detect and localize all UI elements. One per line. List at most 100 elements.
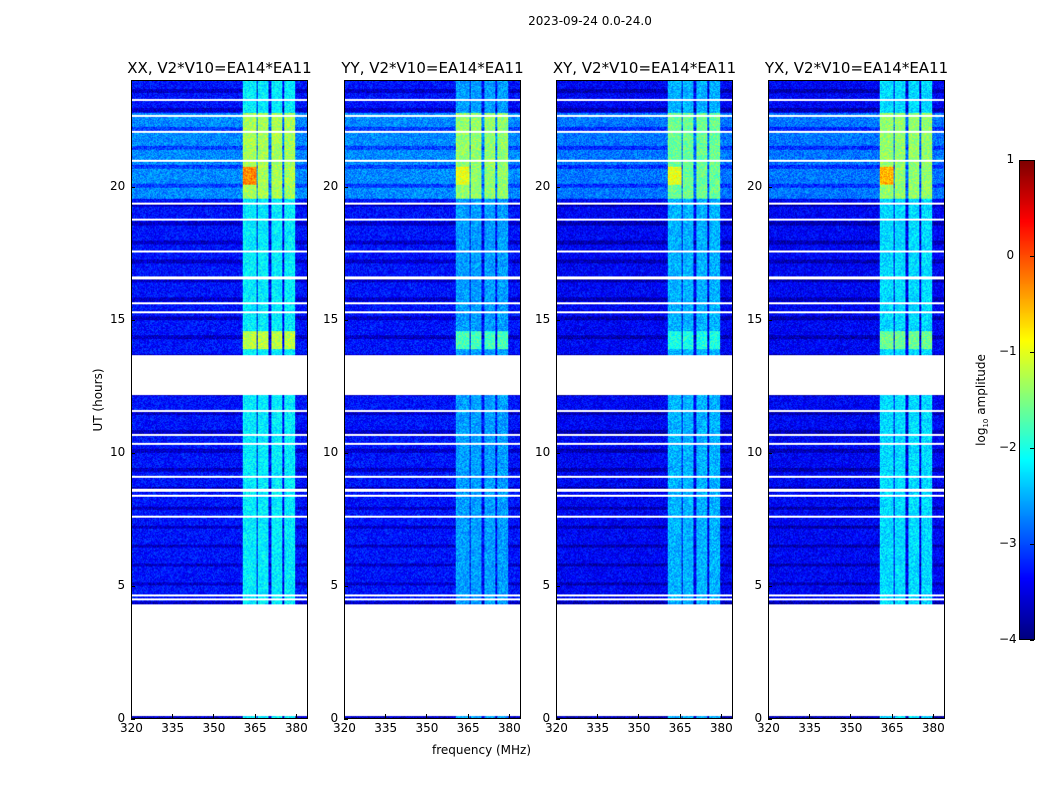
heatmap-image [769,81,944,718]
x-tick-label: 335 [798,721,822,735]
y-tick-label: 15 [535,311,551,326]
x-tick-label: 350 [202,721,226,735]
x-tick [768,714,769,718]
x-tick-label: 380 [921,721,945,735]
y-axis-label: UT (hours) [91,368,105,432]
x-tick [467,714,469,718]
x-tick-label: 350 [839,721,863,735]
heatmap-image [557,81,732,718]
y-tick [556,186,560,188]
heatmap-panel-1 [344,80,521,719]
x-tick-label: 365 [243,721,267,735]
figure: 2023-09-24 0.0-24.0 frequency (MHz) UT (… [0,0,1050,800]
y-tick-label: 10 [323,444,339,459]
x-tick [891,714,893,718]
y-tick [768,319,772,321]
x-tick [385,714,387,718]
colorbar-tick [1030,544,1034,545]
y-tick [556,452,560,454]
colorbar [1019,160,1035,640]
y-tick [131,585,135,587]
colorbar-tick [1030,160,1034,161]
x-tick-label: 365 [880,721,904,735]
x-tick-label: 335 [586,721,610,735]
y-tick [131,452,135,454]
x-tick [131,714,132,718]
colorbar-label-rest: amplitude [973,354,988,419]
heatmap-panel-0 [131,80,308,719]
colorbar-label-main: log [973,427,988,446]
heatmap-panel-3 [768,80,945,719]
y-tick-label: 20 [535,178,551,193]
y-tick [344,719,348,720]
x-tick [679,714,681,718]
y-tick [131,186,135,188]
y-tick-label: 10 [747,444,763,459]
y-tick-label: 5 [754,577,763,592]
x-tick [254,714,256,718]
y-tick-label: 5 [542,577,551,592]
x-tick-label: 365 [668,721,692,735]
y-tick-label: 20 [747,178,763,193]
y-tick-label: 15 [747,311,763,326]
x-tick [344,714,345,718]
colorbar-tick-label: −1 [999,344,1017,358]
x-tick [638,714,640,718]
y-tick [344,319,348,321]
y-tick [131,319,135,321]
colorbar-tick [1030,352,1034,353]
y-tick-label: 10 [535,444,551,459]
panel-title: XX, V2*V10=EA14*EA11 [127,59,312,77]
colorbar-label-sub: 10 [982,418,991,428]
panel-title: YY, V2*V10=EA14*EA11 [341,59,524,77]
x-tick [597,714,599,718]
y-tick [344,452,348,454]
colorbar-label: log10 amplitude [974,354,990,446]
x-tick [172,714,174,718]
x-tick [720,714,722,718]
x-tick [850,714,852,718]
y-tick [556,719,560,720]
colorbar-tick [1030,448,1034,449]
y-tick [768,452,772,454]
y-tick [344,186,348,188]
y-tick-label: 0 [117,711,126,725]
y-tick-label: 0 [542,711,551,725]
x-tick-label: 335 [161,721,185,735]
y-tick [344,585,348,587]
colorbar-tick-label: 1 [1006,152,1015,166]
panel-title: XY, V2*V10=EA14*EA11 [552,59,737,77]
y-tick [768,719,772,720]
y-tick-label: 15 [323,311,339,326]
y-tick-label: 15 [110,311,126,326]
colorbar-tick-label: −4 [999,632,1017,646]
x-tick-label: 350 [415,721,439,735]
x-tick [426,714,428,718]
x-tick [932,714,934,718]
y-tick-label: 0 [754,711,763,725]
figure-title: 2023-09-24 0.0-24.0 [528,14,652,28]
colorbar-gradient [1020,161,1034,639]
y-tick [131,719,135,720]
y-tick [556,319,560,321]
y-tick [768,186,772,188]
colorbar-tick-label: −3 [999,536,1017,550]
y-tick [556,585,560,587]
x-tick-label: 380 [497,721,521,735]
y-tick [768,585,772,587]
y-tick-label: 20 [323,178,339,193]
x-tick [295,714,297,718]
y-tick-label: 10 [110,444,126,459]
colorbar-tick-label: −2 [999,440,1017,454]
x-tick [508,714,510,718]
colorbar-tick-label: 0 [1006,248,1015,262]
x-tick-label: 380 [709,721,733,735]
x-axis-label: frequency (MHz) [432,743,532,757]
colorbar-tick [1030,640,1034,641]
heatmap-image [132,81,307,718]
heatmap-panel-2 [556,80,733,719]
y-tick-label: 20 [110,178,126,193]
y-tick-label: 5 [330,577,339,592]
x-tick-label: 365 [456,721,480,735]
x-tick [556,714,557,718]
